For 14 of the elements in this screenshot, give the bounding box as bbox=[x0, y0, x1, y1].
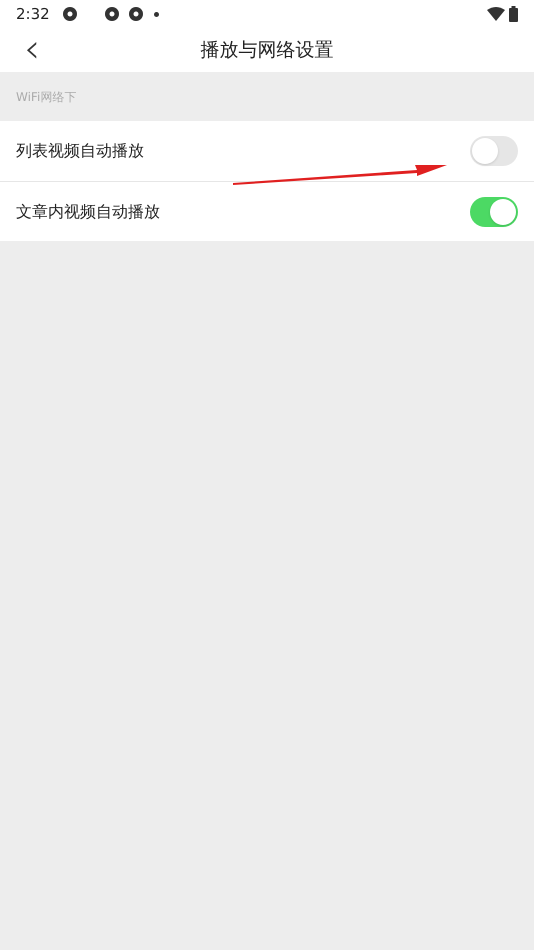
battery-icon bbox=[509, 6, 518, 22]
toggle-switch[interactable] bbox=[470, 136, 518, 166]
app-notification-icon bbox=[128, 6, 144, 22]
toggle-switch[interactable] bbox=[470, 196, 518, 226]
page-title: 播放与网络设置 bbox=[200, 38, 334, 63]
more-notifications-icon bbox=[154, 12, 159, 16]
setting-label: 列表视频自动播放 bbox=[16, 140, 145, 162]
back-button[interactable]: ‹ bbox=[20, 30, 44, 68]
setting-label: 文章内视频自动播放 bbox=[16, 200, 161, 222]
app-notification-icon bbox=[104, 6, 120, 22]
status-time: 2:32 bbox=[16, 4, 50, 25]
app-notification-icon bbox=[62, 6, 78, 22]
section-header: WiFi网络下 bbox=[16, 88, 76, 106]
wifi-icon bbox=[487, 7, 505, 21]
